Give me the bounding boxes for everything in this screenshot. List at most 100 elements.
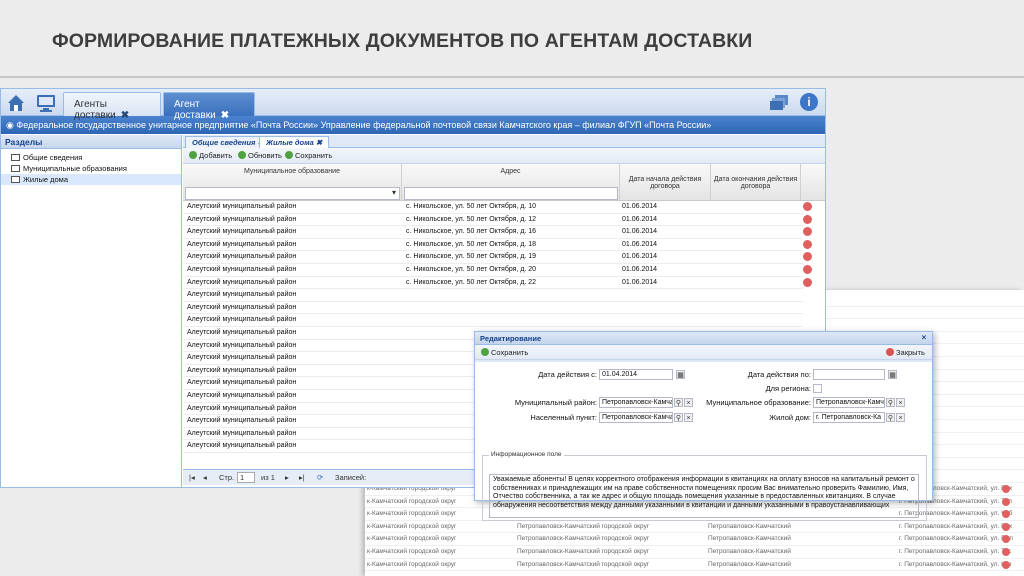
refresh-icon[interactable]: ⟳ bbox=[317, 473, 323, 482]
button-label: Закрыть bbox=[896, 348, 925, 357]
button-label: Обновить bbox=[248, 151, 282, 160]
info-textarea[interactable]: Уважаемые абоненты! В целях корректного … bbox=[489, 474, 919, 518]
last-page-icon[interactable]: ▸| bbox=[299, 473, 305, 482]
delete-icon bbox=[1002, 522, 1010, 531]
table-row[interactable]: Алеутский муниципальный район с. Никольск… bbox=[183, 264, 812, 277]
sidebar-item-general[interactable]: Общие сведения bbox=[1, 152, 181, 163]
tab-label: Общие сведения bbox=[192, 138, 256, 147]
next-page-icon[interactable]: ▸ bbox=[285, 473, 289, 482]
table-cell: 01.06.2014 bbox=[622, 215, 658, 223]
table-cell: Алеутский муниципальный район bbox=[187, 417, 297, 425]
info-icon[interactable]: i bbox=[800, 93, 818, 111]
tab-delivery-agent[interactable]: Агент доставки ✖ bbox=[163, 92, 255, 121]
dialog-title: Редактирование bbox=[480, 334, 542, 343]
delete-icon bbox=[1002, 560, 1010, 569]
delete-icon[interactable] bbox=[803, 214, 812, 224]
sidebar-item-municipalities[interactable]: Муниципальные образования bbox=[1, 163, 181, 174]
date-from-field[interactable]: 01.04.2014 bbox=[599, 369, 673, 380]
clear-icon[interactable]: × bbox=[896, 413, 905, 422]
sections-sidebar: Разделы Общие сведения Муниципальные обр… bbox=[1, 135, 182, 487]
calendar-icon[interactable]: ▦ bbox=[888, 370, 897, 379]
delete-icon bbox=[1002, 485, 1010, 493]
clear-icon[interactable]: × bbox=[684, 413, 693, 422]
region-checkbox[interactable] bbox=[813, 384, 822, 393]
delete-icon[interactable] bbox=[803, 277, 812, 287]
table-cell: 01.06.2014 bbox=[622, 240, 658, 248]
tab-houses[interactable]: Жилые дома ✖ bbox=[259, 136, 330, 148]
sidebar-item-label: Общие сведения bbox=[23, 153, 83, 162]
table-cell: 01.06.2014 bbox=[622, 266, 658, 273]
table-cell: Алеутский муниципальный район bbox=[187, 203, 297, 210]
dialog-close-button[interactable]: Закрыть bbox=[886, 348, 925, 357]
table-cell: г. Петропавловск-Камчатский, ул. Бох bbox=[899, 522, 1013, 530]
refresh-button[interactable]: Обновить bbox=[238, 151, 282, 160]
table-row[interactable]: Алеутский муниципальный район с. Никольск… bbox=[183, 201, 812, 214]
dialog-save-button[interactable]: Сохранить bbox=[481, 348, 528, 357]
dialog-toolbar: Сохранить Закрыть bbox=[475, 345, 932, 360]
table-row[interactable]: Алеутский муниципальный район bbox=[183, 302, 803, 315]
first-page-icon[interactable]: |◂ bbox=[189, 473, 195, 482]
sidebar-item-houses[interactable]: Жилые дома bbox=[1, 174, 181, 185]
background-row: к-Камчатский городской округ Петропавловс… bbox=[365, 521, 1024, 534]
add-button[interactable]: Добавить bbox=[189, 151, 232, 160]
locality-field[interactable]: Петропавловск-Камча bbox=[599, 412, 673, 423]
table-cell: г. Петропавловск-Камчатский, ул. Каз bbox=[899, 560, 1012, 568]
dialog-title-bar: Редактирование × bbox=[475, 332, 932, 345]
table-row[interactable]: Алеутский муниципальный район bbox=[183, 314, 803, 327]
table-cell: к-Камчатский городской округ bbox=[367, 522, 457, 530]
table-row[interactable]: Алеутский муниципальный район с. Никольск… bbox=[183, 251, 812, 264]
delete-icon[interactable] bbox=[803, 252, 812, 262]
table-cell: Алеутский муниципальный район bbox=[187, 266, 297, 273]
delete-icon[interactable] bbox=[803, 239, 812, 249]
close-icon[interactable]: ✖ bbox=[221, 110, 229, 121]
form-icon bbox=[11, 176, 20, 183]
delete-icon[interactable] bbox=[803, 227, 812, 237]
table-cell: к-Камчатский городской округ bbox=[367, 560, 457, 568]
button-label: Сохранить bbox=[491, 348, 529, 357]
district-field[interactable]: Петропавловск-Камча bbox=[599, 397, 673, 408]
tab-general-info[interactable]: Общие сведения ✖ bbox=[185, 136, 271, 148]
table-cell: Алеутский муниципальный район bbox=[187, 404, 297, 412]
municipality-filter[interactable]: ▾ bbox=[185, 187, 400, 200]
table-row[interactable]: Алеутский муниципальный район с. Никольск… bbox=[183, 226, 812, 239]
table-cell: Алеутский муниципальный район bbox=[187, 392, 297, 399]
house-field[interactable]: г. Петропавловск-Ка bbox=[813, 412, 885, 423]
grid-toolbar: Добавить Обновить Сохранить bbox=[183, 148, 825, 164]
close-icon[interactable]: ✖ bbox=[121, 110, 129, 121]
prev-page-icon[interactable]: ◂ bbox=[203, 473, 207, 482]
clear-icon[interactable]: × bbox=[896, 398, 905, 407]
save-button[interactable]: Сохранить bbox=[285, 151, 332, 160]
close-icon[interactable]: × bbox=[919, 333, 929, 343]
table-cell: Алеутский муниципальный район bbox=[187, 278, 297, 286]
calendar-icon[interactable]: ▦ bbox=[676, 370, 685, 379]
page-input[interactable]: 1 bbox=[237, 472, 255, 483]
date-to-field[interactable] bbox=[813, 369, 885, 380]
search-icon[interactable]: ⚲ bbox=[674, 398, 683, 407]
tab-label: Агенты доставки bbox=[74, 99, 116, 121]
search-icon[interactable]: ⚲ bbox=[886, 398, 895, 407]
table-row[interactable]: Алеутский муниципальный район bbox=[183, 289, 803, 302]
table-row[interactable]: Алеутский муниципальный район с. Никольск… bbox=[183, 277, 812, 290]
table-cell: с. Никольское, ул. 50 лет Октября, д. 16 bbox=[406, 228, 537, 236]
table-row[interactable]: Алеутский муниципальный район с. Никольск… bbox=[183, 214, 812, 227]
search-icon[interactable]: ⚲ bbox=[886, 413, 895, 422]
search-icon[interactable]: ⚲ bbox=[674, 413, 683, 422]
delete-icon[interactable] bbox=[803, 265, 812, 274]
close-icon[interactable]: ✖ bbox=[316, 138, 322, 147]
windows-icon[interactable] bbox=[769, 94, 789, 111]
column-header-start-date[interactable]: Дата начала действия договора bbox=[620, 164, 711, 201]
table-cell: г. Петропавловск-Камчатский, ул. Поп bbox=[899, 535, 1013, 543]
monitor-icon[interactable] bbox=[35, 93, 57, 113]
table-row[interactable]: Алеутский муниципальный район с. Никольск… bbox=[183, 239, 812, 252]
table-cell: Петропавловск-Камчатский bbox=[708, 548, 791, 555]
municipality-field[interactable]: Петропавловск-Камча bbox=[813, 397, 885, 408]
title-divider bbox=[0, 76, 1024, 78]
tab-delivery-agents[interactable]: Агенты доставки ✖ bbox=[63, 92, 161, 121]
home-icon[interactable] bbox=[5, 92, 27, 114]
address-filter[interactable] bbox=[404, 187, 618, 200]
column-header-end-date[interactable]: Дата окончания действия договора bbox=[711, 164, 801, 201]
chevron-down-icon[interactable]: ▾ bbox=[392, 188, 396, 197]
table-cell: Алеутский муниципальный район bbox=[187, 442, 297, 450]
delete-icon[interactable] bbox=[803, 202, 812, 211]
table-cell: Петропавловск-Камчатский городской округ bbox=[517, 522, 650, 530]
